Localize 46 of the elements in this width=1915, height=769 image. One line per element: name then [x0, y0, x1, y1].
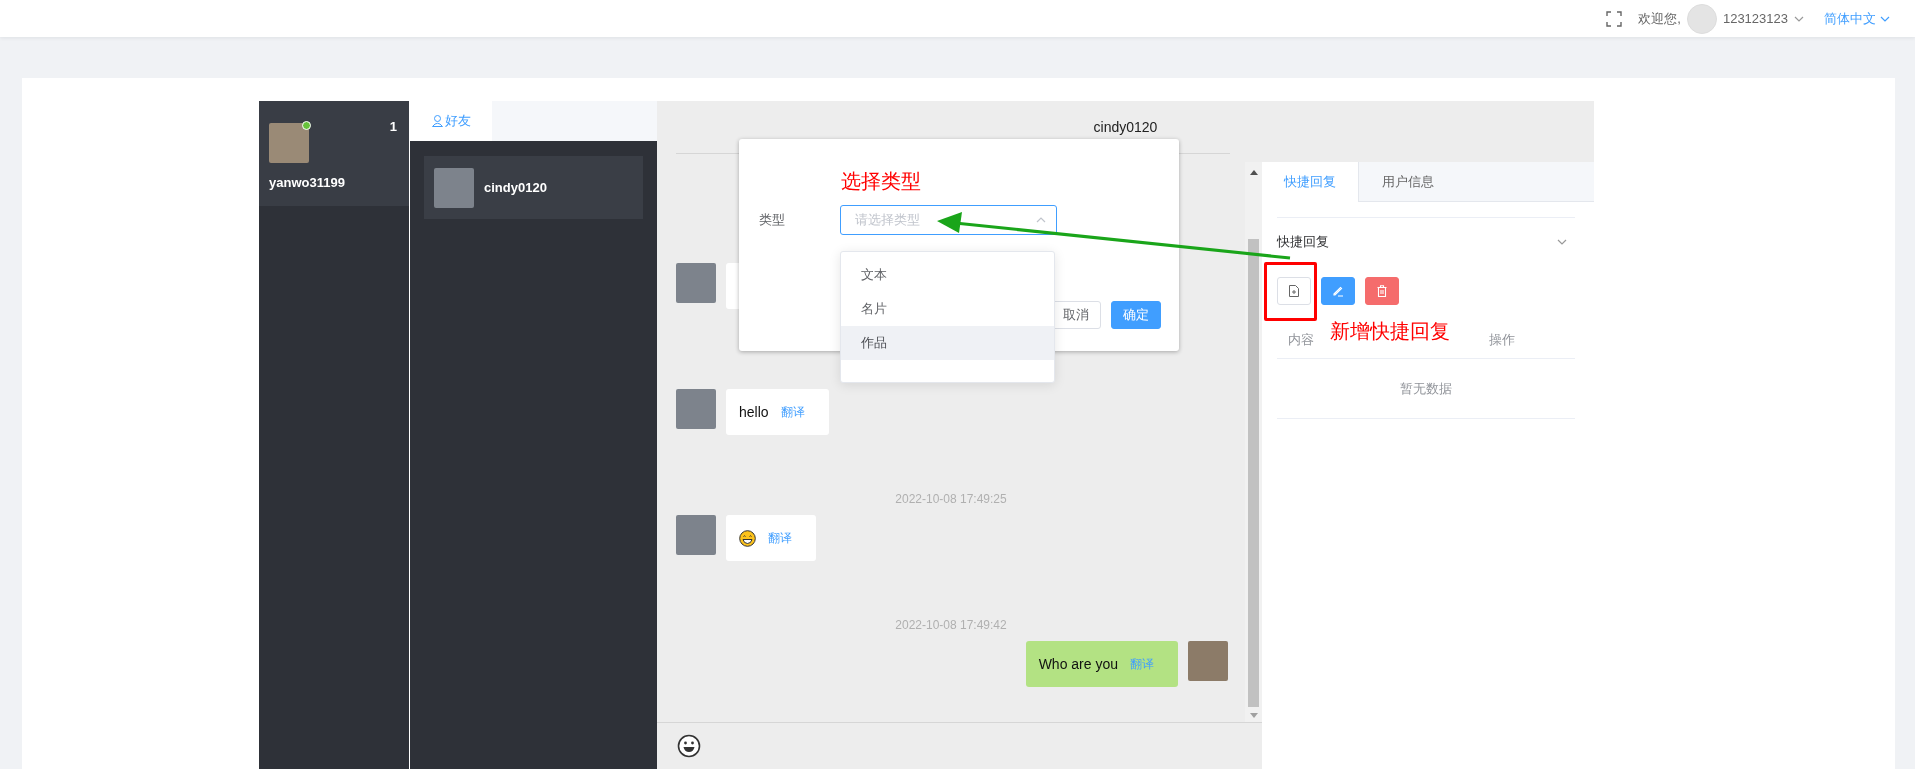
- message-text: hello: [739, 404, 769, 420]
- scrollbar[interactable]: [1245, 162, 1262, 722]
- file-plus-icon: [1289, 285, 1299, 297]
- avatar-photo-placeholder: [676, 263, 716, 303]
- field-label: 类型: [759, 211, 786, 229]
- smiley-icon[interactable]: [677, 734, 701, 758]
- delete-button[interactable]: [1365, 277, 1399, 305]
- chat-title: cindy0120: [1093, 119, 1158, 135]
- avatar-photo-placeholder: [1188, 641, 1228, 681]
- avatar-photo-placeholder: [676, 515, 716, 555]
- welcome-text: 欢迎您,: [1638, 9, 1681, 28]
- annotation-text: 新增快捷回复: [1330, 319, 1450, 344]
- panel-tab[interactable]: 快捷回复: [1262, 162, 1359, 202]
- account-name: yanwo31199: [269, 175, 345, 190]
- column-header: 内容: [1288, 330, 1314, 349]
- collapse-header[interactable]: 快捷回复: [1277, 217, 1575, 265]
- message-text: Who are you: [1038, 656, 1118, 672]
- empty-text: 暂无数据: [1400, 379, 1452, 398]
- chevron-down-icon: [1880, 15, 1890, 22]
- language-dropdown[interactable]: 简体中文: [1824, 9, 1890, 28]
- message-timestamp: 2022-10-08 17:49:25: [895, 492, 1007, 508]
- chevron-down-icon: [1794, 15, 1804, 22]
- annotation-text: 选择类型: [841, 169, 921, 194]
- avatar-photo-placeholder: [269, 123, 309, 163]
- username-dropdown[interactable]: 123123123: [1722, 11, 1788, 26]
- message-timestamp: 2022-10-08 17:49:42: [895, 618, 1007, 634]
- column-header: 操作: [1489, 330, 1515, 349]
- dropdown-option[interactable]: 文本: [841, 258, 1054, 292]
- fullscreen-icon[interactable]: [1606, 10, 1623, 27]
- add-button[interactable]: [1277, 277, 1311, 305]
- pencil-icon: [1332, 285, 1344, 297]
- chevron-icon: [1557, 238, 1567, 245]
- person-icon: [431, 115, 443, 127]
- grinning-emoji-icon: [739, 529, 756, 547]
- dropdown-option[interactable]: 名片: [841, 292, 1054, 326]
- avatar-photo-placeholder: [676, 389, 716, 429]
- contact-item[interactable]: cindy0120: [424, 156, 643, 219]
- scroll-up-arrow-icon[interactable]: [1249, 170, 1258, 175]
- edit-button[interactable]: [1321, 277, 1355, 305]
- chevron-icon: [1036, 217, 1046, 223]
- avatar-photo-placeholder: [434, 167, 474, 208]
- scroll-down-arrow-icon[interactable]: [1249, 713, 1258, 718]
- panel-tab[interactable]: 用户信息: [1359, 162, 1456, 201]
- unread-count: 1: [389, 119, 397, 134]
- dropdown-option[interactable]: 作品: [841, 326, 1054, 360]
- trash-icon: [1377, 285, 1387, 297]
